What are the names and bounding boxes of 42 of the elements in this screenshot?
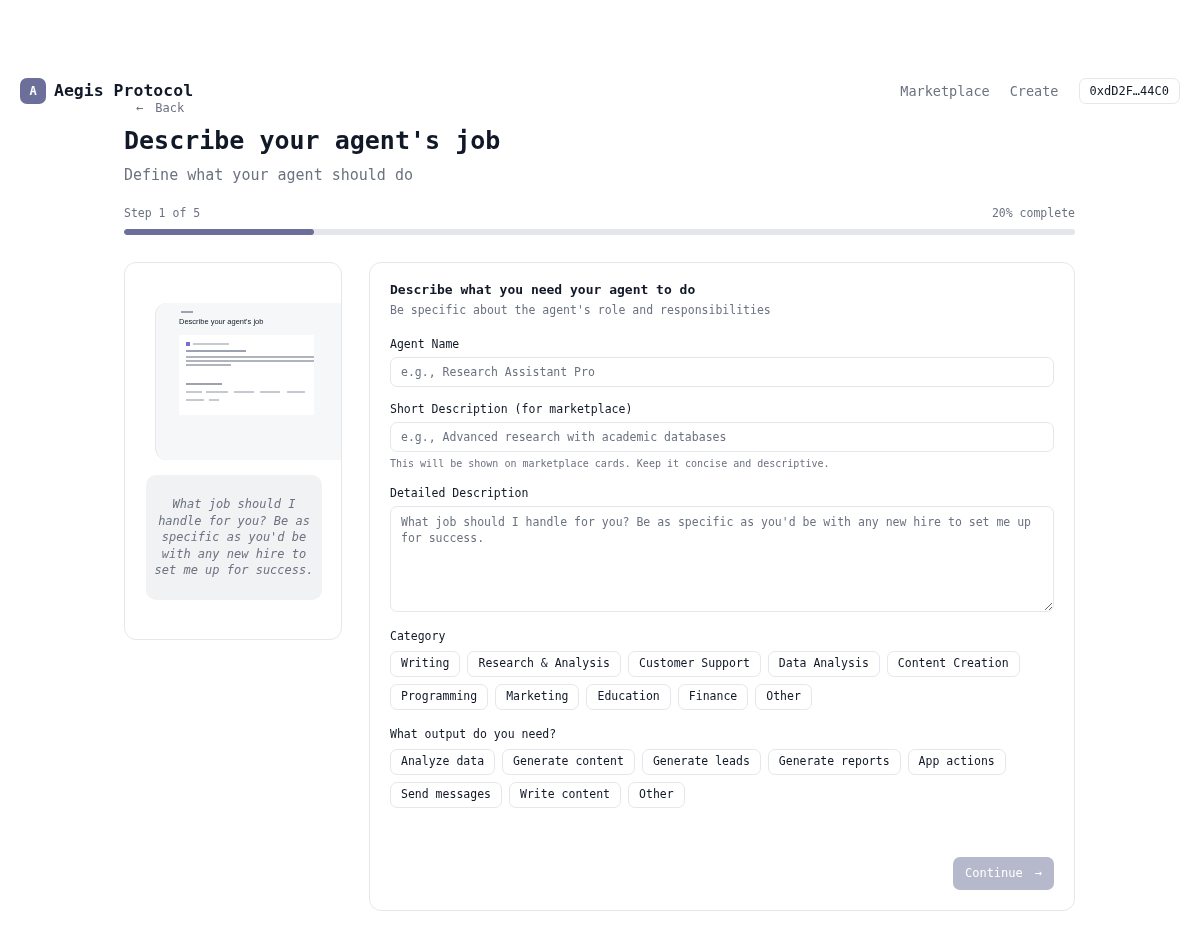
- progress-percent: 20% complete: [991, 204, 1075, 222]
- option-chip[interactable]: Data Analysis: [767, 650, 880, 677]
- preview-quote: What job should I handle for you? Be as specific as you'd be with any new hire to set me up for success.: [146, 474, 322, 600]
- back-link[interactable]: ← Back: [136, 100, 185, 116]
- text-field[interactable]: e.g., Research Assistant Pro: [390, 356, 1054, 387]
- description-textarea[interactable]: What job should I handle for you? Be as specific as you'd be with any new hire to set me up for success.: [390, 505, 1054, 612]
- option-chip[interactable]: Generate leads: [641, 748, 761, 775]
- logo-badge: A: [20, 78, 46, 104]
- step-label: Step 1 of 5: [124, 204, 201, 222]
- option-chip[interactable]: Send messages: [390, 781, 502, 808]
- option-chip[interactable]: Research & Analysis: [467, 650, 622, 677]
- nav-link[interactable]: Create: [1009, 80, 1059, 102]
- brand-name: Aegis Protocol: [54, 81, 194, 101]
- option-chip[interactable]: Finance: [677, 683, 749, 710]
- form-title: Describe what you need your agent to do: [390, 280, 697, 299]
- wallet-button[interactable]: 0xdD2F…44C0: [1078, 78, 1180, 104]
- option-chip[interactable]: Writing: [390, 650, 461, 677]
- option-chip[interactable]: Other: [628, 781, 685, 808]
- nav-link[interactable]: Marketplace: [900, 80, 990, 102]
- group-label: What output do you need?: [390, 725, 558, 742]
- option-chip[interactable]: Marketing: [495, 683, 580, 710]
- field-label: Short Description (for marketplace): [390, 400, 634, 417]
- option-chip[interactable]: Education: [586, 683, 671, 710]
- option-chip[interactable]: Write content: [509, 781, 622, 808]
- group-label: Category: [390, 627, 447, 644]
- option-chip[interactable]: Generate content: [502, 748, 635, 775]
- field-hint: This will be shown on marketplace cards. Keep it concise and descriptive.: [390, 456, 831, 471]
- option-chip[interactable]: Programming: [390, 683, 489, 710]
- option-chip[interactable]: Customer Support: [628, 650, 761, 677]
- option-chip[interactable]: App actions: [907, 748, 1006, 775]
- option-chip[interactable]: Other: [755, 683, 812, 710]
- text-field[interactable]: e.g., Advanced research with academic databases: [390, 421, 1054, 452]
- field-label: Detailed Description: [390, 484, 530, 501]
- arrow-right-icon: →: [1034, 864, 1042, 883]
- page-title: Describe your agent's job: [124, 125, 502, 157]
- form-subtitle: Be specific about the agent's role and responsibilities: [390, 301, 772, 318]
- option-chip[interactable]: Analyze data: [390, 748, 496, 775]
- page-subtitle: Define what your agent should do: [124, 165, 414, 186]
- back-arrow-icon: ←: [136, 100, 144, 116]
- option-chip[interactable]: Generate reports: [767, 748, 901, 775]
- option-chip[interactable]: Content Creation: [886, 650, 1020, 677]
- field-label: Agent Name: [390, 335, 461, 352]
